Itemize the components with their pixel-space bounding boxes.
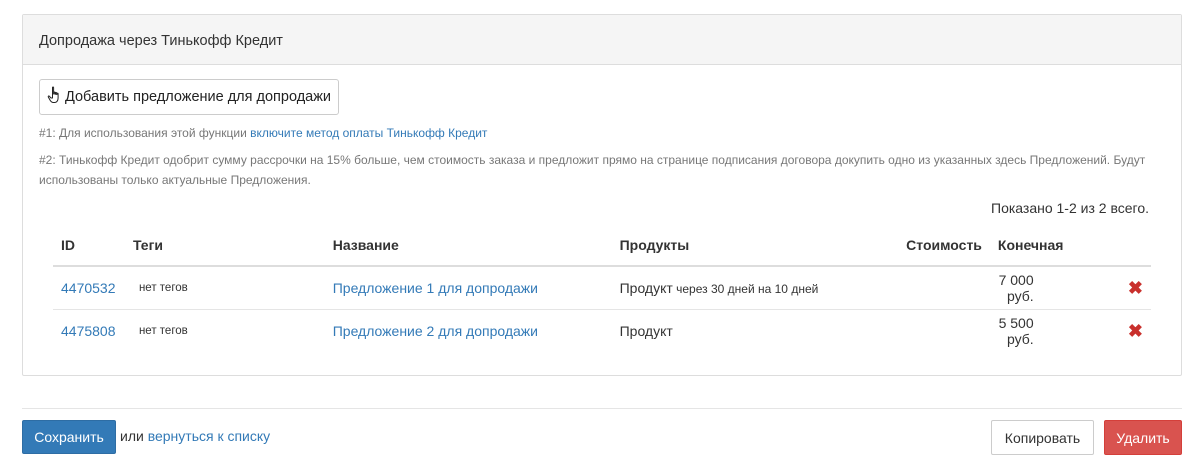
offer-name-link[interactable]: Предложение 1 для допродажи [333, 280, 538, 296]
column-header-actions [1095, 225, 1151, 267]
offer-name-link[interactable]: Предложение 2 для допродажи [333, 323, 538, 339]
offer-final-price: 5 500 руб. [998, 315, 1034, 347]
note-2: #2: Тинькофф Кредит одобрит сумму рассро… [39, 153, 1146, 187]
column-header-products: Продукты [611, 225, 895, 267]
offer-tags: нет тегов [138, 325, 188, 337]
offer-cost [894, 266, 990, 310]
table-row: 4470532 нет тегов Предложение 1 для допр… [53, 266, 1151, 310]
close-icon[interactable]: ✖ [1128, 321, 1143, 341]
column-header-name: Название [324, 225, 612, 267]
offer-products: Продукт через 30 дней на 10 дней [611, 266, 895, 310]
pagination-summary: Показано 1-2 из 2 всего. [991, 200, 1149, 216]
copy-button[interactable]: Копировать [991, 420, 1094, 455]
panel-title: Допродажа через Тинькофф Кредит [23, 15, 1181, 65]
note-1-text: #1: Для использования этой функции [39, 126, 251, 140]
pointer-hand-icon [47, 86, 63, 108]
offer-id-link[interactable]: 4470532 [61, 280, 116, 296]
back-to-list-link[interactable]: вернуться к списку [148, 428, 270, 444]
product-name: Продукт [619, 280, 673, 296]
offer-final-price: 7 000 руб. [989, 266, 1096, 310]
save-button[interactable]: Сохранить [22, 420, 116, 454]
offer-cost [894, 310, 990, 353]
column-header-tags: Теги [124, 225, 325, 267]
product-schedule: через 30 дней на 10 дней [672, 282, 819, 296]
note-1: #1: Для использования этой функции включ… [39, 123, 487, 143]
table-header-row: ID Теги Название Продукты Стоимость Коне… [53, 225, 1151, 267]
upsell-panel: Допродажа через Тинькофф Кредит Добавить… [22, 14, 1182, 376]
close-icon[interactable]: ✖ [1128, 278, 1143, 298]
delete-button[interactable]: Удалить [1104, 420, 1182, 455]
column-header-id: ID [53, 225, 125, 267]
table-row: 4475808 нет тегов Предложение 2 для допр… [53, 310, 1151, 353]
footer-divider [22, 408, 1182, 409]
offer-products: Продукт [612, 310, 894, 353]
or-label: или [120, 428, 148, 444]
upsell-offers-table: ID Теги Название Продукты Стоимость Коне… [53, 225, 1151, 352]
enable-payment-method-link[interactable]: включите метод оплаты Тинькофф Кредит [250, 126, 487, 140]
offer-tags: нет тегов [124, 266, 325, 310]
add-upsell-offer-button[interactable]: Добавить предложение для допродажи [39, 79, 340, 115]
back-to-list-text: или вернуться к списку [120, 428, 270, 444]
column-header-cost: Стоимость [894, 225, 990, 267]
add-upsell-offer-label: Добавить предложение для допродажи [65, 89, 332, 105]
offer-id-link[interactable]: 4475808 [61, 323, 116, 339]
product-name: Продукт [619, 323, 673, 339]
column-header-final: Конечная [989, 225, 1096, 267]
